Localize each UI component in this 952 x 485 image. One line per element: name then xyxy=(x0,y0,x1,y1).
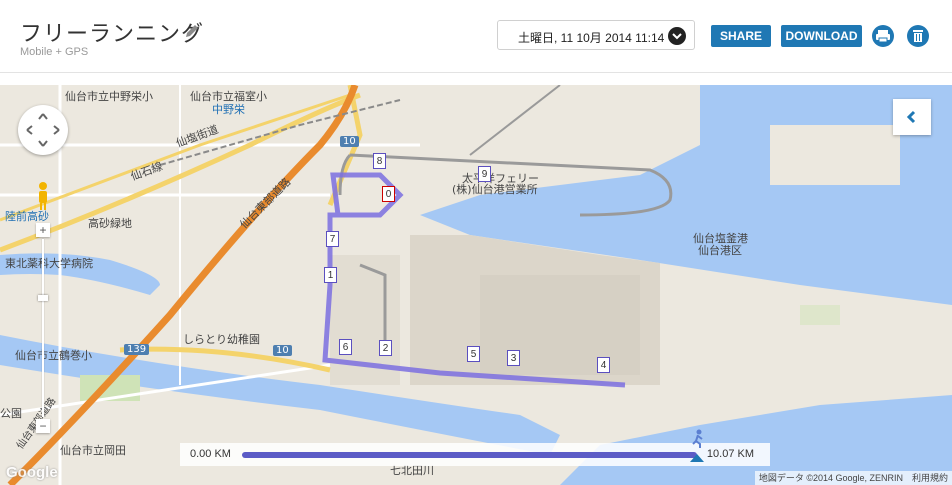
km-marker[interactable]: 4 xyxy=(597,357,610,373)
map-label: 公園 xyxy=(0,407,22,420)
km-marker[interactable]: 3 xyxy=(507,350,520,366)
road-number: 10 xyxy=(273,345,292,356)
map-label: 仙台市立鶴巻小 xyxy=(15,349,92,362)
map-base xyxy=(0,85,952,485)
trash-icon[interactable] xyxy=(907,25,929,47)
runner-icon xyxy=(692,429,703,448)
map-label: しらとり幼稚園 xyxy=(183,333,260,346)
km-marker[interactable]: 7 xyxy=(326,231,339,247)
chevron-down-icon xyxy=(668,27,686,45)
road-number: 10 xyxy=(340,136,359,147)
route-map[interactable]: 仙台市立中野栄小 中野栄 仙台市立福室小 仙石線 仙塩街道 仙台東部道路 陸前高… xyxy=(0,85,952,485)
map-label: (株)仙台港営業所 xyxy=(452,183,538,196)
download-button[interactable]: DOWNLOAD xyxy=(781,25,862,47)
map-label: 仙台市立中野栄小 xyxy=(65,90,153,103)
workout-source: Mobile + GPS xyxy=(20,46,89,58)
start-marker[interactable]: 0 xyxy=(382,186,395,202)
timeline-track[interactable] xyxy=(242,452,697,458)
road-number: 139 xyxy=(124,344,150,355)
chevron-left-icon xyxy=(906,110,916,124)
km-marker[interactable]: 1 xyxy=(324,267,337,283)
workout-header: フリーランニング Mobile + GPS 土曜日, 11 10月 2014 1… xyxy=(0,0,952,73)
zoom-in-button[interactable]: + xyxy=(36,223,50,237)
km-marker[interactable]: 9 xyxy=(478,166,491,182)
date-value: 土曜日, 11 10月 2014 11:14 xyxy=(518,31,665,45)
share-button[interactable]: SHARE xyxy=(711,25,771,47)
distance-timeline[interactable]: 0.00 KM 10.07 KM xyxy=(180,429,770,466)
zoom-slider-track[interactable] xyxy=(42,239,44,417)
date-selector[interactable]: 土曜日, 11 10月 2014 11:14 xyxy=(497,20,695,50)
google-logo: Google xyxy=(6,464,58,481)
km-marker[interactable]: 8 xyxy=(373,153,386,169)
workout-title: フリーランニング xyxy=(20,22,205,47)
zoom-slider-handle[interactable] xyxy=(38,295,48,301)
collapse-panel-button[interactable] xyxy=(893,99,931,135)
printer-icon[interactable] xyxy=(872,25,894,47)
timeline-start: 0.00 KM xyxy=(190,448,231,460)
timeline-end: 10.07 KM xyxy=(706,448,754,460)
zoom-out-button[interactable]: − xyxy=(36,419,50,433)
map-attribution[interactable]: 地図データ ©2014 Google, ZENRIN 利用規約 xyxy=(754,471,952,485)
km-marker[interactable]: 2 xyxy=(379,340,392,356)
map-label: 仙台市立岡田 xyxy=(60,444,126,457)
map-label: 高砂緑地 xyxy=(88,217,132,230)
km-marker[interactable]: 6 xyxy=(339,339,352,355)
map-label: 仙台市立福室小 xyxy=(190,90,267,103)
map-label: 仙台港区 xyxy=(698,244,742,257)
pencil-icon[interactable] xyxy=(183,22,201,40)
km-marker[interactable]: 5 xyxy=(467,346,480,362)
zoom-control: + − xyxy=(36,223,50,433)
pegman-icon[interactable] xyxy=(37,181,49,211)
timeline-handle[interactable] xyxy=(690,454,704,462)
pan-control-icon[interactable] xyxy=(18,105,68,155)
